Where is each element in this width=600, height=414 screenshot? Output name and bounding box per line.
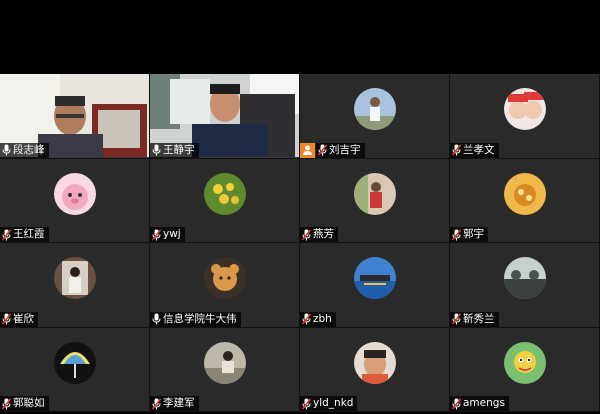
microphone-muted-icon bbox=[302, 229, 311, 241]
top-black-bar bbox=[0, 0, 600, 74]
avatar bbox=[503, 172, 546, 215]
participant-name-bar: 王红霞 bbox=[0, 227, 49, 242]
participant-name-bar: 兰孝文 bbox=[450, 142, 499, 158]
avatar bbox=[503, 257, 546, 300]
participant-name: 刘吉宇 bbox=[329, 143, 361, 156]
participant-tile[interactable]: 信息学院牛大伟 bbox=[150, 243, 299, 327]
participant-name: 段志峰 bbox=[13, 143, 45, 156]
participant-name: 郭宇 bbox=[463, 228, 484, 240]
participant-name-bar: 郭宇 bbox=[450, 227, 488, 242]
participant-name: 郭聪如 bbox=[13, 397, 45, 409]
participant-name: 兰孝文 bbox=[463, 143, 495, 156]
microphone-icon bbox=[152, 144, 161, 156]
participant-name-bar: 段志峰 bbox=[0, 142, 49, 158]
participant-tile[interactable]: 李建军 bbox=[150, 327, 299, 411]
microphone-muted-icon bbox=[452, 398, 461, 410]
participant-tile[interactable]: 兰孝文 bbox=[450, 74, 599, 158]
participant-name-bar: zbh bbox=[300, 311, 336, 327]
participant-name-bar: yld_nkd bbox=[300, 396, 358, 411]
participant-name-bar: 信息学院牛大伟 bbox=[150, 311, 241, 327]
participant-tile[interactable]: 燕芳 bbox=[300, 158, 449, 242]
avatar bbox=[353, 341, 396, 384]
participant-tile[interactable]: ywj bbox=[150, 158, 299, 242]
participant-name: yld_nkd bbox=[313, 397, 354, 409]
participant-name-bar: 燕芳 bbox=[300, 227, 338, 242]
participant-name: 王静宇 bbox=[163, 143, 195, 156]
microphone-muted-icon bbox=[152, 229, 161, 241]
microphone-muted-icon bbox=[302, 398, 311, 410]
avatar bbox=[503, 88, 546, 131]
microphone-icon bbox=[2, 144, 11, 156]
participant-name: zbh bbox=[313, 312, 332, 325]
microphone-muted-icon bbox=[2, 313, 11, 325]
participant-name: ywj bbox=[163, 228, 181, 240]
participant-name: 李建军 bbox=[163, 397, 195, 409]
microphone-muted-icon bbox=[2, 229, 11, 241]
participant-tile[interactable]: 刘吉宇 bbox=[300, 74, 449, 158]
participant-tile[interactable]: amengs bbox=[450, 327, 599, 411]
participant-name: 崔欣 bbox=[13, 312, 34, 325]
participant-tile-video[interactable]: 王静宇 bbox=[150, 74, 299, 158]
participant-tile[interactable]: yld_nkd bbox=[300, 327, 449, 411]
microphone-icon bbox=[152, 313, 161, 325]
avatar bbox=[53, 172, 96, 215]
participant-name: 信息学院牛大伟 bbox=[163, 312, 237, 325]
microphone-muted-icon bbox=[452, 229, 461, 241]
avatar bbox=[203, 257, 246, 300]
participant-name-bar: 靳秀兰 bbox=[450, 311, 499, 327]
microphone-muted-icon bbox=[452, 144, 461, 156]
host-person-icon bbox=[300, 142, 315, 158]
participant-tile[interactable]: 王红霞 bbox=[0, 158, 149, 242]
participant-tile[interactable]: 郭聪如 bbox=[0, 327, 149, 411]
microphone-muted-icon bbox=[452, 313, 461, 325]
participant-name-bar: 刘吉宇 bbox=[316, 142, 365, 158]
avatar bbox=[53, 257, 96, 300]
participant-name-bar: 王静宇 bbox=[150, 142, 199, 158]
participant-name-bar: amengs bbox=[450, 396, 509, 411]
participant-name: 靳秀兰 bbox=[463, 312, 495, 325]
avatar bbox=[53, 341, 96, 384]
microphone-muted-icon bbox=[2, 398, 11, 410]
participant-name-bar: 郭聪如 bbox=[0, 396, 49, 411]
participant-tile-video[interactable]: 段志峰 bbox=[0, 74, 149, 158]
microphone-muted-icon bbox=[318, 144, 327, 156]
participant-name-bar: 崔欣 bbox=[0, 311, 38, 327]
avatar bbox=[503, 341, 546, 384]
participant-tile[interactable]: zbh bbox=[300, 243, 449, 327]
avatar bbox=[353, 172, 396, 215]
avatar bbox=[203, 341, 246, 384]
participant-tile[interactable]: 郭宇 bbox=[450, 158, 599, 242]
participant-name-bar: 李建军 bbox=[150, 396, 199, 411]
avatar bbox=[203, 172, 246, 215]
meeting-window: 段志峰 王静宇 刘吉宇 兰孝文 王红霞 ywj 燕芳 郭宇 崔欣 信息学院牛大伟… bbox=[0, 0, 600, 414]
participant-name-bar: ywj bbox=[150, 227, 185, 242]
avatar bbox=[353, 88, 396, 131]
participant-name: amengs bbox=[463, 397, 505, 409]
microphone-muted-icon bbox=[152, 398, 161, 410]
participant-name: 燕芳 bbox=[313, 228, 334, 240]
avatar bbox=[353, 257, 396, 300]
participant-tile[interactable]: 靳秀兰 bbox=[450, 243, 599, 327]
participant-name: 王红霞 bbox=[13, 228, 45, 240]
microphone-muted-icon bbox=[302, 313, 311, 325]
participant-tile[interactable]: 崔欣 bbox=[0, 243, 149, 327]
participant-gallery: 段志峰 王静宇 刘吉宇 兰孝文 王红霞 ywj 燕芳 郭宇 崔欣 信息学院牛大伟… bbox=[0, 74, 600, 412]
